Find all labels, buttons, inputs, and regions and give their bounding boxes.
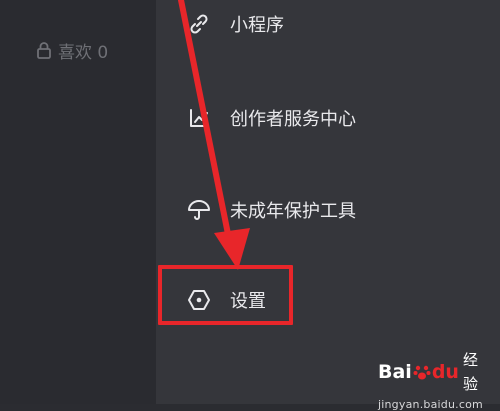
paw-icon — [413, 363, 431, 381]
watermark-url: jingyan.baidu.com — [378, 398, 483, 411]
watermark-brand-suffix: du — [431, 361, 459, 383]
watermark-product: 经验 — [462, 351, 478, 393]
red-arrow-annotation — [178, 0, 250, 270]
watermark-brand-prefix: Bai — [378, 361, 412, 383]
baidu-jingyan-watermark: Bai du 经验 jingyan.baidu.com — [378, 348, 483, 411]
